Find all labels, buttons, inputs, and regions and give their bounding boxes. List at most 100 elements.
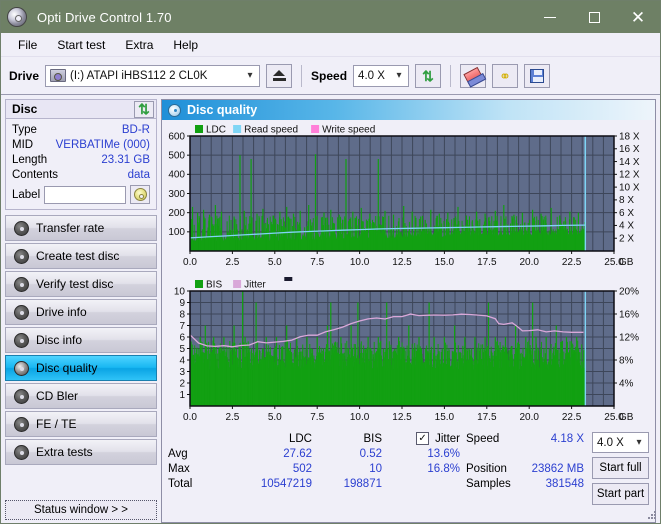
disc-label-key: Label <box>12 188 41 201</box>
svg-text:6 X: 6 X <box>619 208 634 219</box>
disc-panel-title: Disc <box>12 102 38 116</box>
svg-text:GB: GB <box>619 257 634 268</box>
svg-text:22.5: 22.5 <box>562 257 582 268</box>
sidebar-item-label: Drive info <box>36 305 87 319</box>
minimize-button[interactable] <box>528 1 572 33</box>
svg-text:4%: 4% <box>619 378 634 389</box>
svg-text:8%: 8% <box>619 355 634 366</box>
sidebar-item-label: CD Bler <box>36 389 79 403</box>
row-label: Total <box>168 477 193 490</box>
svg-text:20.0: 20.0 <box>519 412 539 423</box>
stats-panel: LDC BIS ✓ Jitter Avg 27.62 0.52 13.6% Ma… <box>162 427 655 522</box>
minimize-icon <box>544 16 556 18</box>
stats-row-avg: Avg 27.62 0.52 13.6% <box>168 446 460 461</box>
disc-field-mid: MID VERBATIMe (000) <box>12 137 150 152</box>
sidebar-item-disc-quality[interactable]: Disc quality <box>5 355 157 381</box>
speed-select[interactable]: 4.0 X ▾ <box>353 64 410 87</box>
main-panel: Disc quality LDC Read speed Write speed 100… <box>161 95 660 523</box>
svg-text:12 X: 12 X <box>619 170 640 181</box>
menu-item-help[interactable]: Help <box>164 35 207 55</box>
sidebar-item-extra-tests[interactable]: Extra tests <box>5 439 157 465</box>
readout-key: Position <box>466 462 507 475</box>
readout-spacer <box>466 446 584 461</box>
sidebar-item-fe-te[interactable]: FE / TE <box>5 411 157 437</box>
readout-value: 23862 MB <box>531 462 584 475</box>
test-speed-select[interactable]: 4.0 X ▾ <box>592 432 649 453</box>
svg-text:7: 7 <box>179 321 185 332</box>
disc-refresh-button[interactable]: ⇅ <box>134 100 154 118</box>
disc-icon <box>133 188 147 201</box>
status-window-button[interactable]: Status window > > <box>5 500 157 520</box>
eject-button[interactable] <box>266 63 293 88</box>
jitter-checkbox[interactable]: ✓ <box>416 432 430 445</box>
svg-text:300: 300 <box>168 189 185 200</box>
svg-text:2.5: 2.5 <box>225 257 239 268</box>
save-button[interactable] <box>524 63 551 88</box>
svg-text:100: 100 <box>168 227 185 238</box>
sidebar-item-drive-info[interactable]: Drive info <box>5 299 157 325</box>
menu-item-extra[interactable]: Extra <box>116 35 162 55</box>
svg-text:5.0: 5.0 <box>268 412 282 423</box>
sidebar-item-disc-info[interactable]: Disc info <box>5 327 157 353</box>
svg-text:20.0: 20.0 <box>519 257 539 268</box>
svg-text:10.0: 10.0 <box>350 412 370 423</box>
sidebar-item-label: Verify test disc <box>36 277 114 291</box>
svg-text:15.0: 15.0 <box>435 412 455 423</box>
menu-bar: File Start test Extra Help <box>1 33 660 57</box>
svg-text:BIS: BIS <box>206 280 222 291</box>
svg-text:Read speed: Read speed <box>244 125 298 136</box>
svg-text:8: 8 <box>179 309 185 320</box>
tools-button[interactable]: ⚭ <box>492 63 519 88</box>
sidebar-item-transfer-rate[interactable]: Transfer rate <box>5 215 157 241</box>
cell-ldc: 502 <box>292 462 312 475</box>
erase-button[interactable] <box>460 63 487 88</box>
menu-item-start-test[interactable]: Start test <box>48 35 114 55</box>
svg-text:16%: 16% <box>619 309 639 320</box>
disc-field-contents: Contents data <box>12 167 150 182</box>
svg-text:18 X: 18 X <box>619 131 640 142</box>
svg-text:15.0: 15.0 <box>435 257 455 268</box>
stats-col-bis: BIS <box>363 432 382 445</box>
maximize-icon <box>588 11 600 23</box>
test-controls: Speed 4.18 X Position 23862 MB Samples 3… <box>460 431 649 522</box>
sidebar-item-cd-bler[interactable]: CD Bler <box>5 383 157 409</box>
close-button[interactable]: ✕ <box>616 1 660 33</box>
speed-label: Speed <box>311 68 348 83</box>
sidebar-item-create-test-disc[interactable]: Create test disc <box>5 243 157 269</box>
disc-panel-header: Disc ⇅ <box>5 99 157 119</box>
sidebar: Disc ⇅ Type BD-R MID VERBATIMe (000) Len… <box>1 95 161 523</box>
body: Disc ⇅ Type BD-R MID VERBATIMe (000) Len… <box>1 95 660 523</box>
disc-info-fields: Type BD-R MID VERBATIMe (000) Length 23.… <box>5 119 157 210</box>
resize-grip[interactable] <box>647 510 657 520</box>
svg-text:LDC: LDC <box>206 125 226 136</box>
drive-select-value: (I:) ATAPI iHBS112 2 CL0K <box>70 69 208 82</box>
refresh-button[interactable]: ⇅ <box>415 63 442 88</box>
chevron-down-icon: ▾ <box>396 70 402 81</box>
cell-bis: 198871 <box>343 477 382 490</box>
cell-bis: 0.52 <box>359 447 382 460</box>
cell-jitter: 13.6% <box>427 447 460 460</box>
start-full-button[interactable]: Start full <box>592 457 649 479</box>
toolbar-separator-2 <box>450 64 452 87</box>
menu-item-file[interactable]: File <box>9 35 46 55</box>
close-icon: ✕ <box>630 7 646 27</box>
maximize-button[interactable] <box>572 1 616 33</box>
start-part-button[interactable]: Start part <box>592 483 649 505</box>
svg-text:6: 6 <box>179 332 185 343</box>
field-value: BD-R <box>121 123 150 136</box>
stats-col-ldc: LDC <box>288 432 312 445</box>
field-value: VERBATIMe (000) <box>55 138 150 151</box>
svg-text:7.5: 7.5 <box>310 412 324 423</box>
refresh-icon: ⇅ <box>138 101 150 117</box>
drive-select[interactable]: (I:) ATAPI iHBS112 2 CL0K ▾ <box>45 64 261 87</box>
drive-label: Drive <box>9 68 40 83</box>
jitter-toggle[interactable]: ✓ Jitter <box>382 432 460 445</box>
jitter-label: Jitter <box>435 432 460 445</box>
field-value: 23.31 GB <box>101 153 150 166</box>
disc-label-input[interactable] <box>44 185 126 204</box>
disc-label-button[interactable] <box>130 185 150 204</box>
disc-icon <box>14 220 29 236</box>
sidebar-item-label: Disc quality <box>36 361 98 375</box>
sidebar-item-verify-test-disc[interactable]: Verify test disc <box>5 271 157 297</box>
svg-text:200: 200 <box>168 208 185 219</box>
